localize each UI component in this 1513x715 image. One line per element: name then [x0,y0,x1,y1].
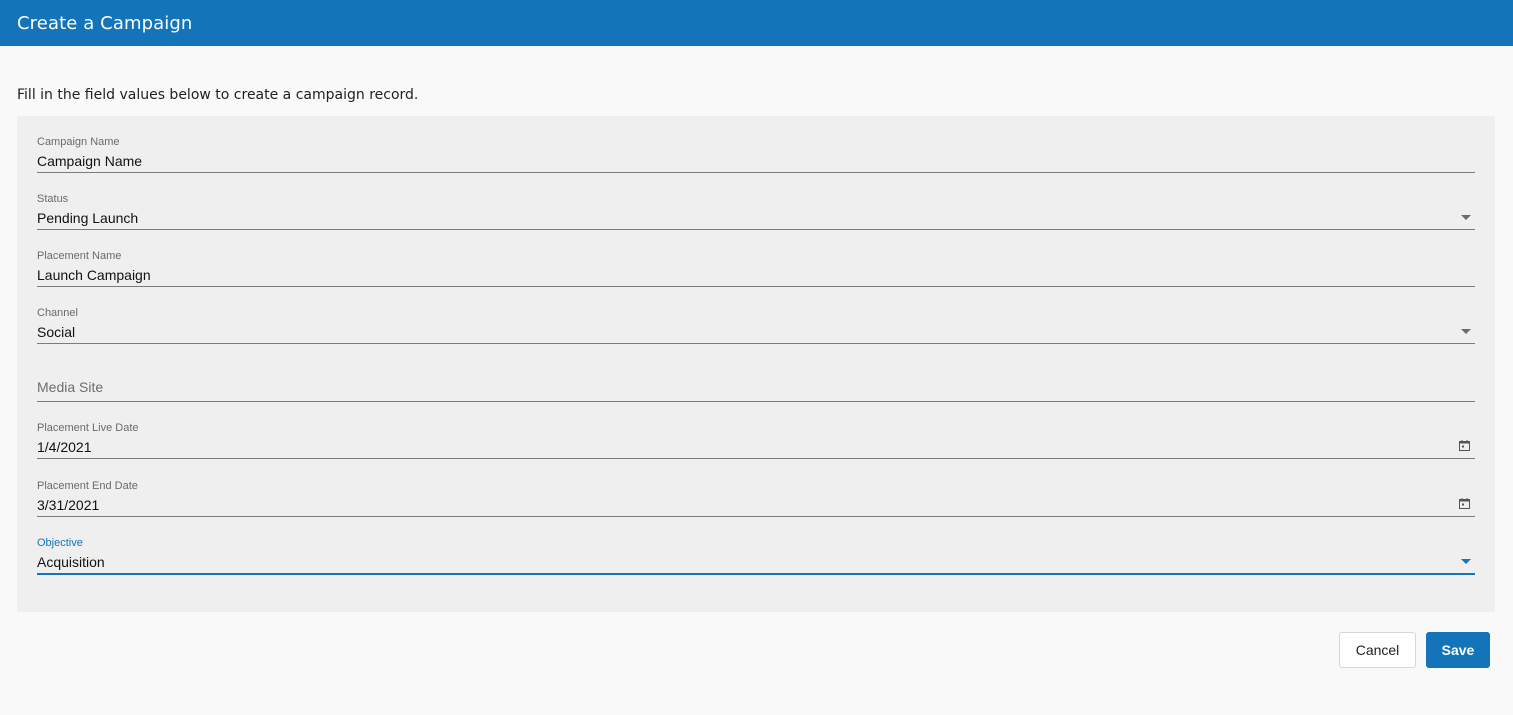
page-title: Create a Campaign [17,12,193,34]
status-label: Status [37,193,69,205]
form-instructions: Fill in the field values below to create… [17,87,419,103]
objective-select[interactable]: Objective Acquisition [37,517,1475,575]
objective-label: Objective [37,537,83,549]
chevron-down-icon[interactable] [1461,559,1471,564]
placement-name-value: Launch Campaign [37,267,151,283]
placement-name-field[interactable]: Placement Name Launch Campaign [37,230,1475,287]
calendar-icon[interactable] [1459,498,1470,509]
campaign-form: Campaign Name Campaign Name Status Pendi… [17,116,1495,612]
media-site-field[interactable]: Media Site [37,345,1475,402]
channel-label: Channel [37,307,78,319]
status-value: Pending Launch [37,210,139,226]
placement-live-date-label: Placement Live Date [37,422,139,434]
placement-live-date-field[interactable]: Placement Live Date 1/4/2021 [37,402,1475,459]
status-select[interactable]: Status Pending Launch [37,173,1475,230]
placement-end-date-label: Placement End Date [37,480,138,492]
objective-value: Acquisition [37,554,105,570]
page-header: Create a Campaign [0,0,1513,46]
cancel-button[interactable]: Cancel [1339,632,1416,668]
save-button[interactable]: Save [1426,632,1490,668]
chevron-down-icon[interactable] [1461,215,1471,220]
media-site-placeholder: Media Site [37,379,104,395]
channel-select[interactable]: Channel Social [37,287,1475,344]
campaign-name-field[interactable]: Campaign Name Campaign Name [37,116,1475,173]
calendar-icon[interactable] [1459,440,1470,451]
placement-end-date-field[interactable]: Placement End Date 3/31/2021 [37,460,1475,517]
channel-value: Social [37,324,76,340]
placement-end-date-value: 3/31/2021 [37,497,100,513]
campaign-name-label: Campaign Name [37,136,120,148]
placement-name-label: Placement Name [37,250,122,262]
placement-live-date-value: 1/4/2021 [37,439,92,455]
campaign-name-value: Campaign Name [37,153,143,169]
chevron-down-icon[interactable] [1461,329,1471,334]
